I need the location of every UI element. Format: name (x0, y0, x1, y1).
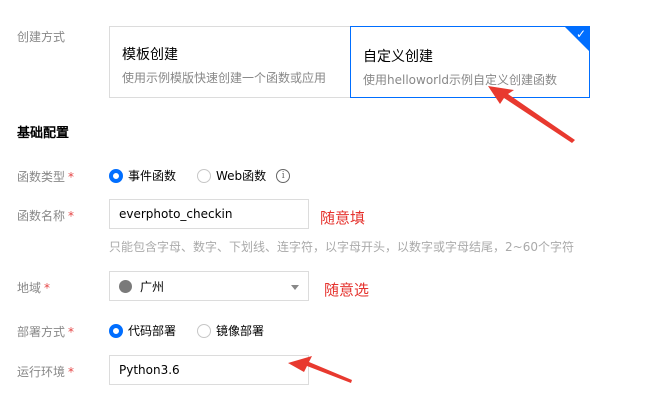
region-label: 地域 * (17, 281, 51, 295)
globe-icon (119, 279, 132, 293)
template-create-card[interactable]: 模板创建 使用示例模版快速创建一个函数或应用 (109, 26, 351, 98)
annotation-arrow-icon (488, 86, 575, 143)
runtime-label: 运行环境 * (17, 365, 75, 379)
radio-code-deploy[interactable]: 代码部署 (109, 322, 176, 339)
annotation-fill-freely: 随意填 (320, 209, 366, 227)
function-name-hint: 只能包含字母、数字、下划线、连字符，以字母开头，以数字或字母结尾，2~60个字符 (109, 240, 574, 254)
function-name-input[interactable]: everphoto_checkin (109, 199, 309, 229)
info-icon[interactable]: i (276, 168, 291, 183)
radio-checked-icon (109, 323, 123, 338)
template-create-desc: 使用示例模版快速创建一个函数或应用 (122, 71, 327, 85)
radio-code-deploy-label: 代码部署 (128, 324, 177, 338)
radio-image-deploy-label: 镜像部署 (216, 324, 265, 338)
radio-web-function-label: Web函数 (216, 169, 267, 183)
radio-checked-icon (109, 168, 123, 183)
radio-web-function[interactable]: Web函数 i (197, 167, 291, 184)
region-select[interactable]: 广州 (109, 271, 309, 301)
annotation-arrow-icon (288, 356, 352, 383)
region-value: 广州 (140, 279, 165, 294)
function-type-label: 函数类型 * (17, 170, 75, 184)
template-create-title: 模板创建 (122, 47, 178, 63)
create-method-label: 创建方式 (17, 30, 66, 44)
function-name-label: 函数名称 * (17, 209, 75, 223)
custom-create-title: 自定义创建 (363, 49, 433, 65)
radio-image-deploy[interactable]: 镜像部署 (197, 322, 264, 339)
section-title: 基础配置 (17, 126, 70, 141)
radio-event-function-label: 事件函数 (128, 169, 177, 183)
check-icon: ✓ (575, 27, 586, 41)
deploy-method-label: 部署方式 * (17, 325, 75, 339)
radio-event-function[interactable]: 事件函数 (109, 167, 176, 184)
runtime-select[interactable]: Python3.6 (109, 355, 309, 385)
radio-unchecked-icon (197, 323, 211, 338)
chevron-down-icon (291, 285, 299, 290)
annotation-select-freely: 随意选 (324, 281, 370, 299)
radio-unchecked-icon (197, 168, 211, 183)
